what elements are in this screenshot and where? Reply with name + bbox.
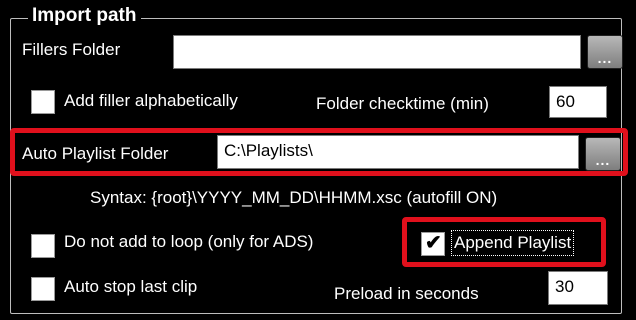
fillers-folder-browse-button[interactable]: ... bbox=[587, 35, 623, 69]
syntax-hint: Syntax: {root}\YYYY_MM_DD\HHMM.xsc (auto… bbox=[90, 188, 498, 207]
preload-seconds-input[interactable]: 30 bbox=[548, 271, 608, 305]
auto-stop-last-clip-checkbox[interactable] bbox=[31, 277, 55, 301]
add-filler-alphabetically-checkbox[interactable] bbox=[31, 90, 55, 114]
import-path-panel: Import path Fillers Folder ... Add fille… bbox=[0, 0, 636, 320]
folder-checktime-input[interactable]: 60 bbox=[549, 86, 607, 118]
ellipsis-icon: ... bbox=[597, 50, 613, 66]
preload-seconds-label: Preload in seconds bbox=[334, 284, 479, 303]
auto-stop-last-clip-label: Auto stop last clip bbox=[64, 277, 198, 296]
add-filler-alphabetically-label: Add filler alphabetically bbox=[64, 91, 238, 110]
do-not-add-to-loop-label: Do not add to loop (only for ADS) bbox=[64, 232, 314, 251]
highlight-append-playlist bbox=[402, 217, 606, 267]
group-title: Import path bbox=[28, 4, 141, 28]
folder-checktime-label: Folder checktime (min) bbox=[316, 94, 489, 113]
do-not-add-to-loop-checkbox[interactable] bbox=[31, 234, 55, 258]
fillers-folder-label: Fillers Folder bbox=[22, 40, 121, 59]
highlight-auto-playlist-folder bbox=[10, 128, 628, 176]
fillers-folder-field[interactable] bbox=[173, 35, 581, 69]
